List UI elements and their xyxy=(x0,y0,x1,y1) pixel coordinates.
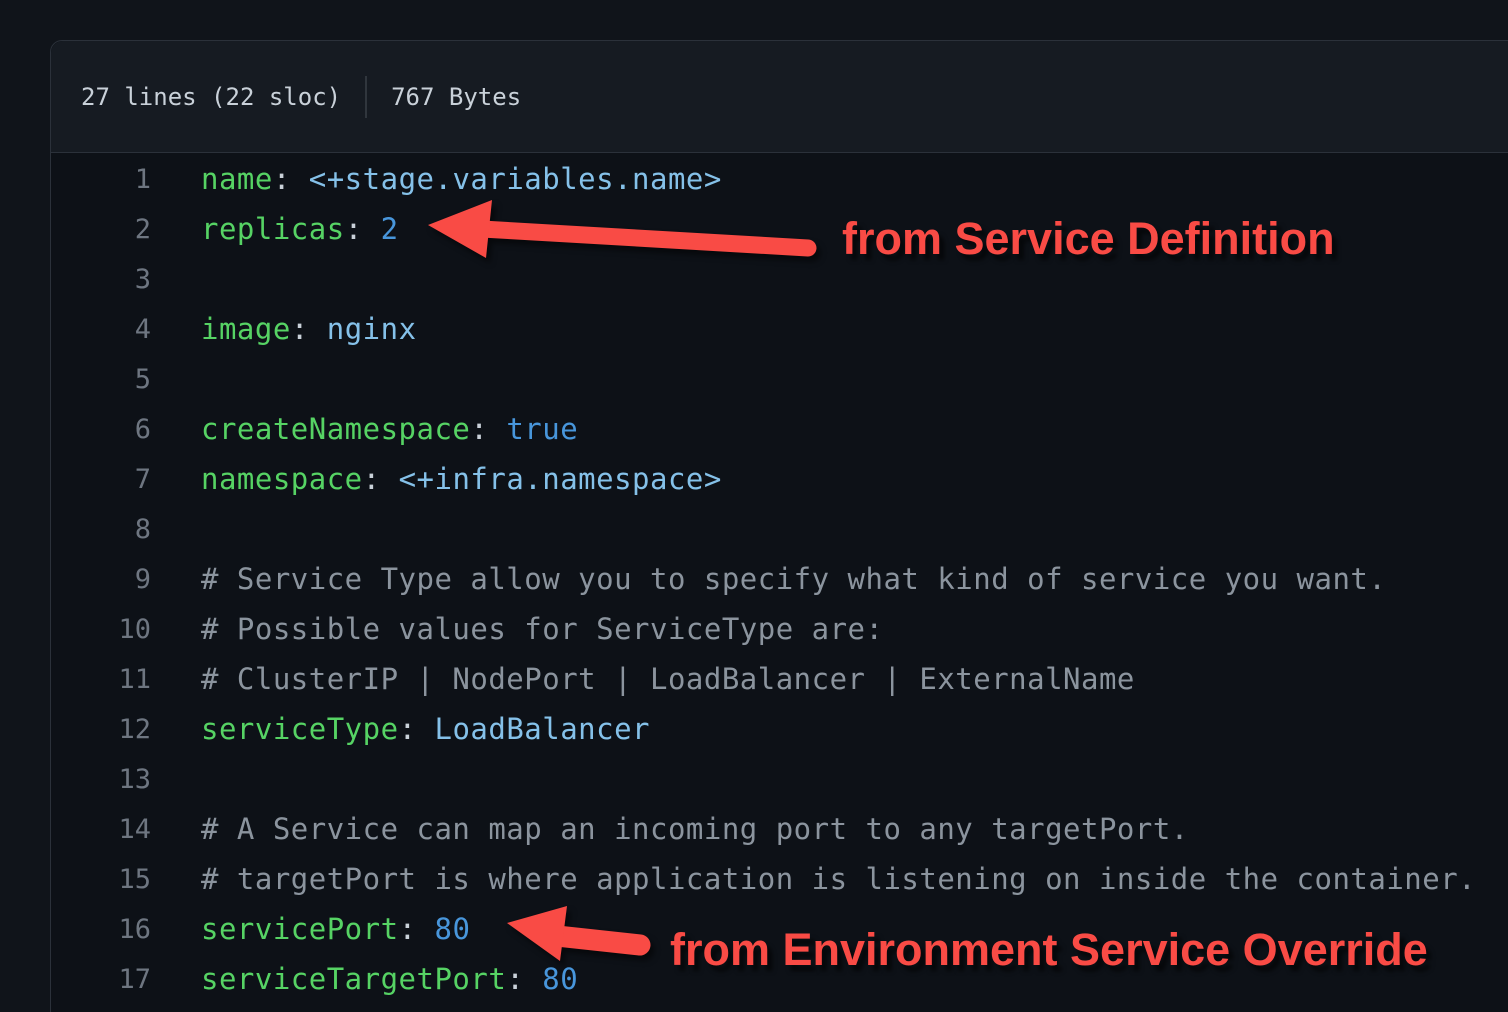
token-key: namespace xyxy=(201,462,363,496)
line-number[interactable]: 2 xyxy=(51,214,151,245)
code-line: 15 # targetPort is where application is l… xyxy=(51,854,1508,904)
line-number[interactable]: 1 xyxy=(51,164,151,195)
token-pun: : xyxy=(399,912,435,946)
code-line: 4image: nginx xyxy=(51,304,1508,354)
token-num: 2 xyxy=(381,212,399,246)
line-number[interactable]: 3 xyxy=(51,264,151,295)
line-number[interactable]: 6 xyxy=(51,414,151,445)
code-line-content: servicePort: 80 xyxy=(151,912,470,946)
code-line-content: createNamespace: true xyxy=(151,412,578,446)
code-line: 9 # Service Type allow you to specify wha… xyxy=(51,554,1508,604)
code-line-content: replicas: 2 xyxy=(151,212,399,246)
code-line: 6createNamespace: true xyxy=(51,404,1508,454)
token-str: <+infra.namespace> xyxy=(399,462,722,496)
token-num: 80 xyxy=(434,912,470,946)
code-lines: 1name: <+stage.variables.name>2replicas:… xyxy=(51,153,1508,1004)
code-line-content: # Possible values for ServiceType are: xyxy=(151,612,883,646)
arrow-to-replicas xyxy=(420,190,830,270)
token-com: # ClusterIP | NodePort | LoadBalancer | … xyxy=(201,662,1135,696)
token-key: replicas xyxy=(201,212,345,246)
token-pun: : xyxy=(273,162,309,196)
line-number[interactable]: 4 xyxy=(51,314,151,345)
file-lines-info: 27 lines (22 sloc) xyxy=(81,83,341,111)
line-number[interactable]: 14 xyxy=(51,814,151,845)
line-number[interactable]: 9 xyxy=(51,564,151,595)
code-line-content: # A Service can map an incoming port to … xyxy=(151,812,1189,846)
code-line-content: # targetPort is where application is lis… xyxy=(151,862,1476,896)
code-line: 10 # Possible values for ServiceType are: xyxy=(51,604,1508,654)
line-number[interactable]: 16 xyxy=(51,914,151,945)
line-number[interactable]: 13 xyxy=(51,764,151,795)
token-com: # Service Type allow you to specify what… xyxy=(201,562,1386,596)
token-pun: : xyxy=(363,462,399,496)
token-com: # targetPort is where application is lis… xyxy=(201,862,1476,896)
line-number[interactable]: 12 xyxy=(51,714,151,745)
code-line: 8 xyxy=(51,504,1508,554)
code-line: 11 # ClusterIP | NodePort | LoadBalancer … xyxy=(51,654,1508,704)
code-line: 12serviceType: LoadBalancer xyxy=(51,704,1508,754)
annotation-service-definition: from Service Definition xyxy=(842,213,1335,265)
token-str: LoadBalancer xyxy=(434,712,650,746)
token-com: # Possible values for ServiceType are: xyxy=(201,612,883,646)
code-line-content: # Service Type allow you to specify what… xyxy=(151,562,1386,596)
token-pun: : xyxy=(470,412,506,446)
line-number[interactable]: 15 xyxy=(51,864,151,895)
code-line: 7namespace: <+infra.namespace> xyxy=(51,454,1508,504)
token-key: createNamespace xyxy=(201,412,470,446)
file-viewer-panel: 27 lines (22 sloc) 767 Bytes 1name: <+st… xyxy=(50,40,1508,1012)
token-pun: : xyxy=(291,312,327,346)
annotation-environment-override: from Environment Service Override xyxy=(670,924,1428,976)
arrow-to-service-port xyxy=(499,897,664,972)
token-com: # A Service can map an incoming port to … xyxy=(201,812,1189,846)
code-line: 13 xyxy=(51,754,1508,804)
code-line-content: image: nginx xyxy=(151,312,417,346)
token-key: serviceType xyxy=(201,712,399,746)
token-num: true xyxy=(506,412,578,446)
code-line-content: serviceType: LoadBalancer xyxy=(151,712,650,746)
code-line: 5 xyxy=(51,354,1508,404)
line-number[interactable]: 10 xyxy=(51,614,151,645)
header-divider xyxy=(365,76,367,118)
line-number[interactable]: 11 xyxy=(51,664,151,695)
code-line-content: # ClusterIP | NodePort | LoadBalancer | … xyxy=(151,662,1135,696)
token-key: image xyxy=(201,312,291,346)
line-number[interactable]: 8 xyxy=(51,514,151,545)
token-key: name xyxy=(201,162,273,196)
token-pun: : xyxy=(399,712,435,746)
token-key: serviceTargetPort xyxy=(201,962,506,996)
code-line: 14 # A Service can map an incoming port t… xyxy=(51,804,1508,854)
token-key: servicePort xyxy=(201,912,399,946)
file-info-bar: 27 lines (22 sloc) 767 Bytes xyxy=(51,41,1508,153)
line-number[interactable]: 5 xyxy=(51,364,151,395)
token-str: nginx xyxy=(327,312,417,346)
token-pun: : xyxy=(345,212,381,246)
line-number[interactable]: 7 xyxy=(51,464,151,495)
file-size-info: 767 Bytes xyxy=(391,83,521,111)
line-number[interactable]: 17 xyxy=(51,964,151,995)
code-line-content: namespace: <+infra.namespace> xyxy=(151,462,722,496)
